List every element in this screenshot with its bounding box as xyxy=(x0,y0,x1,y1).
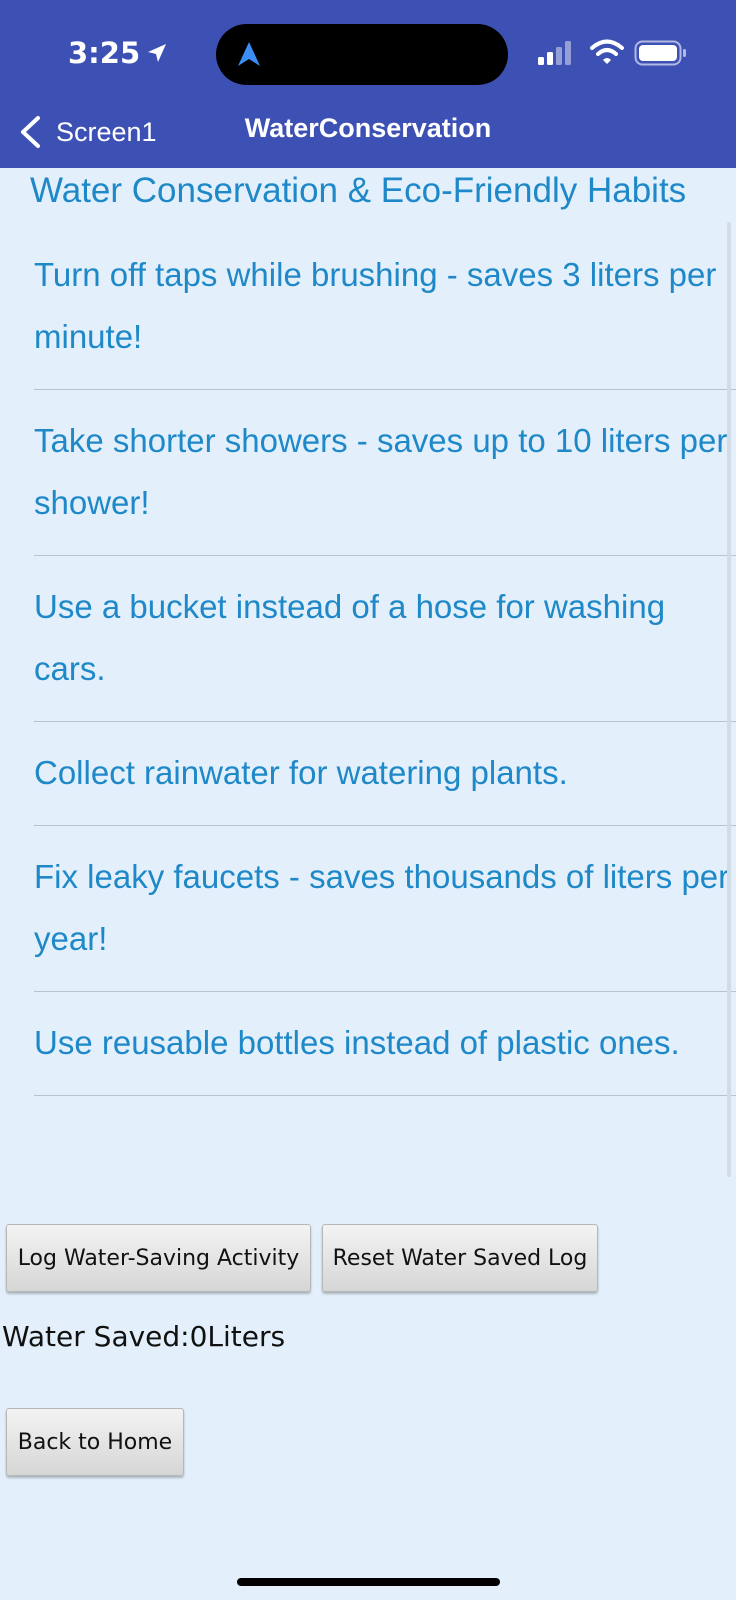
water-saved-label: Water Saved:0Liters xyxy=(2,1320,286,1353)
wifi-icon xyxy=(590,39,624,64)
tip-item[interactable]: Turn off taps while brushing - saves 3 l… xyxy=(34,224,736,390)
screen-title: WaterConservation xyxy=(244,113,492,143)
tip-item[interactable]: Use a bucket instead of a hose for washi… xyxy=(34,556,736,722)
tip-item[interactable]: Fix leaky faucets - saves thousands of l… xyxy=(34,826,736,992)
tip-item[interactable]: Take shorter showers - saves up to 10 li… xyxy=(34,390,736,556)
status-time-text: 3:25 xyxy=(68,36,141,70)
location-arrow-icon xyxy=(148,44,167,62)
navigation-arrow-icon xyxy=(238,42,260,66)
tip-item[interactable]: Use reusable bottles instead of plastic … xyxy=(34,992,736,1096)
back-to-home-button[interactable]: Back to Home xyxy=(6,1408,184,1476)
cellular-signal-icon xyxy=(538,41,571,65)
battery-icon xyxy=(634,40,686,66)
log-activity-button[interactable]: Log Water-Saving Activity xyxy=(6,1224,311,1292)
app-header: 3:25 Screen1 WaterConservation xyxy=(0,0,736,168)
home-indicator[interactable] xyxy=(237,1578,500,1586)
tips-scrollbar[interactable] xyxy=(727,222,731,1177)
page-heading: Water Conservation & Eco-Friendly Habits xyxy=(30,171,687,210)
tip-item[interactable]: Collect rainwater for watering plants. xyxy=(34,722,736,826)
status-time: 3:25 xyxy=(68,36,168,70)
tips-list[interactable]: Turn off taps while brushing - saves 3 l… xyxy=(0,224,736,1220)
dynamic-island xyxy=(216,24,508,85)
reset-log-button[interactable]: Reset Water Saved Log xyxy=(322,1224,598,1292)
